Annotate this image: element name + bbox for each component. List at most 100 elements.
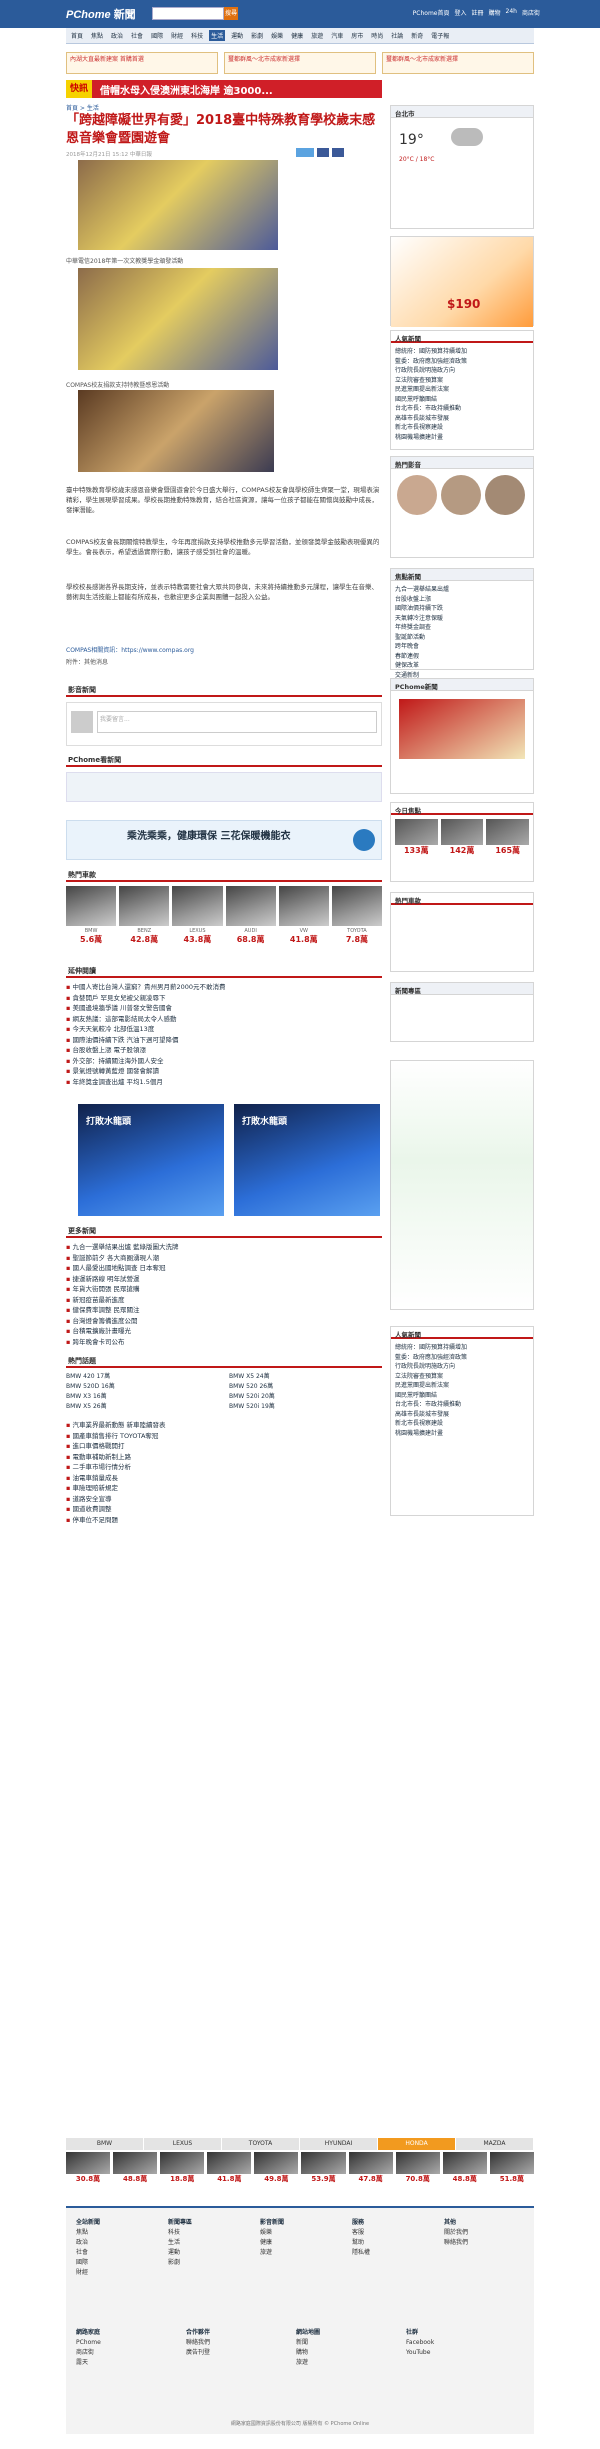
news-link[interactable]: 年終獎金調查出爐 平均1.5個月	[66, 1077, 382, 1088]
brand-car[interactable]: 48.8萬	[113, 2152, 158, 2184]
footer-link[interactable]: 商店街	[76, 2348, 101, 2358]
news-link[interactable]: 年貨大街開張 民眾搶購	[66, 1284, 382, 1295]
side-news-link[interactable]: 高雄市長談城市發展	[391, 414, 533, 424]
car-price-link[interactable]: BMW X5 26萬	[66, 1402, 219, 1412]
news-link[interactable]: 停車位不足問題	[66, 1515, 382, 1526]
nav-item[interactable]: 社論	[389, 30, 405, 41]
car-card[interactable]: VW 41.8萬	[278, 886, 329, 960]
brand-tab[interactable]: HYUNDAI	[300, 2138, 378, 2150]
car-price-link[interactable]: BMW X5 24萬	[229, 1372, 382, 1382]
car-price-link[interactable]: BMW 520i 19萬	[229, 1402, 382, 1412]
side-news-link[interactable]: 總統府：國防預算持續增加	[391, 347, 533, 357]
footer-link[interactable]: YouTube	[406, 2348, 434, 2358]
news-link[interactable]: 台積電擴廠計畫曝光	[66, 1326, 382, 1337]
news-link[interactable]: 國產車銷售排行 TOYOTA奪冠	[66, 1431, 382, 1442]
nav-item[interactable]: 國際	[149, 30, 165, 41]
top-link[interactable]: 購物	[489, 8, 501, 17]
brand-car[interactable]: 18.8萬	[160, 2152, 205, 2184]
brand-car[interactable]: 53.9萬	[301, 2152, 346, 2184]
nav-item[interactable]: 科技	[189, 30, 205, 41]
news-link[interactable]: 網友熱議：這部電影結局太令人感動	[66, 1014, 382, 1025]
side-news-link[interactable]: 總統府：國防預算持續增加	[391, 1343, 533, 1353]
car-card[interactable]: AUDI 68.8萬	[225, 886, 276, 960]
comment-input[interactable]: 我要留言...	[97, 711, 377, 733]
nav-item[interactable]: 生活	[209, 30, 226, 41]
nav-item[interactable]: 電子報	[429, 30, 451, 41]
footer-link[interactable]: Facebook	[406, 2338, 434, 2348]
nav-item[interactable]: 財經	[169, 30, 185, 41]
side-news-link[interactable]: 台北市長：市政持續推動	[391, 404, 533, 414]
nav-item[interactable]: 新奇	[409, 30, 425, 41]
side-news-link[interactable]: 健保改革	[391, 661, 533, 671]
news-link[interactable]: 跨年晚會卡司公布	[66, 1337, 382, 1348]
search-input[interactable]	[152, 7, 224, 20]
side-news-link[interactable]: 國民黨呼籲團結	[391, 1391, 533, 1401]
avatar[interactable]	[485, 475, 525, 515]
brand-car[interactable]: 70.8萬	[395, 2152, 440, 2184]
news-link[interactable]: 景氣燈號轉黃藍燈 國發會解讀	[66, 1066, 382, 1077]
top-link[interactable]: 24h	[506, 8, 517, 17]
brand-tab[interactable]: MAZDA	[456, 2138, 534, 2150]
car-card[interactable]: BENZ 42.8萬	[119, 886, 170, 960]
footer-link[interactable]: 幫助	[352, 2238, 370, 2248]
car-card[interactable]: LEXUS 43.8萬	[172, 886, 223, 960]
avatar[interactable]	[441, 475, 481, 515]
nav-item[interactable]: 健康	[289, 30, 305, 41]
nav-item[interactable]: 娛樂	[269, 30, 285, 41]
news-link[interactable]: 中國人寄比台灣人還窮？貴州男月薪2000元不敢消費	[66, 982, 382, 993]
brand-tab[interactable]: HONDA	[378, 2138, 456, 2150]
like-button[interactable]	[296, 148, 314, 157]
twitter-icon[interactable]	[332, 148, 344, 157]
footer-link[interactable]: 關於我們	[444, 2228, 468, 2238]
news-link[interactable]: 今天天氣較冷 北部低溫13度	[66, 1024, 382, 1035]
footer-link[interactable]: 旅遊	[296, 2358, 320, 2368]
flash-news-bar[interactable]: 快訊 借帽水母入侵澳洲東北海岸 逾3000...	[66, 80, 382, 98]
brand-car[interactable]: 51.8萬	[489, 2152, 534, 2184]
footer-link[interactable]: 焦點	[76, 2228, 100, 2238]
side-car[interactable]: 165萬	[486, 819, 529, 856]
weather-city[interactable]: 台北市	[391, 106, 533, 118]
news-link[interactable]: 車險理賠新規定	[66, 1483, 382, 1494]
brand-car[interactable]: 41.8萬	[207, 2152, 252, 2184]
nav-item[interactable]: 房市	[349, 30, 365, 41]
side-news-link[interactable]: 桃園機場擴建計畫	[391, 433, 533, 443]
ad-banner-clothing[interactable]: 乘洗乘乘，健康環保 三花保暖機能衣	[66, 820, 382, 860]
footer-link[interactable]: 新聞	[296, 2338, 320, 2348]
side-news-link[interactable]: 行政院長說明施政方向	[391, 366, 533, 376]
footer-link[interactable]: 旅遊	[260, 2248, 284, 2258]
side-news-link[interactable]: 藍委：政府應加強經濟政策	[391, 357, 533, 367]
side-news-link[interactable]: 台股收盤上漲	[391, 595, 533, 605]
side-news-link[interactable]: 年終獎金調查	[391, 623, 533, 633]
news-link[interactable]: 捷運新路線 明年試營運	[66, 1274, 382, 1285]
side-news-link[interactable]: 春節連假	[391, 652, 533, 662]
footer-link[interactable]: 財經	[76, 2268, 100, 2278]
article-source-link[interactable]: COMPAS相關資訊：https://www.compas.org	[66, 645, 194, 654]
ad-banner-3[interactable]: 璽都群風～北市成家新選擇	[382, 52, 534, 74]
footer-link[interactable]: 生活	[168, 2238, 192, 2248]
top-link[interactable]: 商店街	[522, 8, 540, 17]
nav-item[interactable]: 旅遊	[309, 30, 325, 41]
car-price-link[interactable]: BMW 420 17萬	[66, 1372, 219, 1382]
car-card[interactable]: TOYOTA 7.8萬	[331, 886, 383, 960]
footer-link[interactable]: 聯絡我們	[186, 2338, 210, 2348]
news-link[interactable]: 台灣燈會籌備進度公開	[66, 1316, 382, 1327]
brand-tab[interactable]: LEXUS	[144, 2138, 222, 2150]
side-car[interactable]: 133萬	[395, 819, 438, 856]
side-news-link[interactable]: 民進黨團提出新法案	[391, 385, 533, 395]
side-ad-office[interactable]: $190	[390, 236, 534, 327]
side-news-link[interactable]: 天氣轉冷注意保暖	[391, 614, 533, 624]
brand-tab[interactable]: TOYOTA	[222, 2138, 300, 2150]
footer-link[interactable]: 社會	[76, 2248, 100, 2258]
pchome-logo[interactable]: PChome 新聞	[66, 6, 136, 22]
news-link[interactable]: 新冠疫苗最新進度	[66, 1295, 382, 1306]
side-news-link[interactable]: 國際油價持續下跌	[391, 604, 533, 614]
brand-tab[interactable]: BMW	[66, 2138, 144, 2150]
car-price-link[interactable]: BMW 520i 20萬	[229, 1392, 382, 1402]
nav-item[interactable]: 運動	[229, 30, 245, 41]
news-link[interactable]: 汽車業界最新動態 新車陸續發表	[66, 1420, 382, 1431]
news-link[interactable]: 道路安全宣導	[66, 1494, 382, 1505]
car-price-link[interactable]: BMW 520D 16萬	[66, 1382, 219, 1392]
nav-item[interactable]: 影劇	[249, 30, 265, 41]
side-ad-health[interactable]	[390, 1060, 534, 1310]
nav-item[interactable]: 政治	[109, 30, 125, 41]
